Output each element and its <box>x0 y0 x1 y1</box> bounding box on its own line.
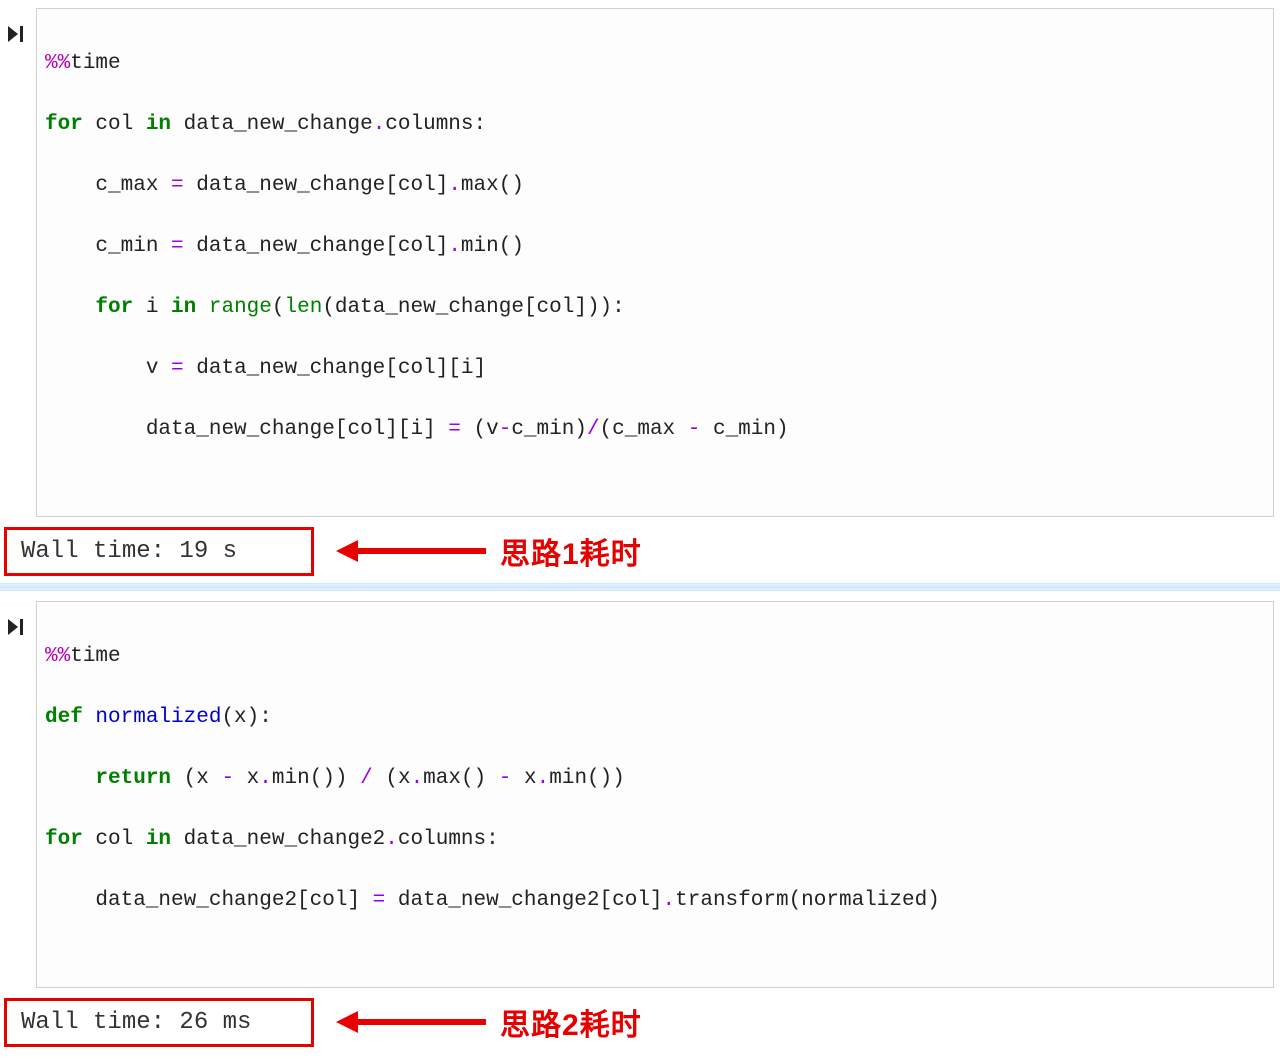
code-block-2[interactable]: %%time def normalized(x): return (x - x.… <box>36 601 1274 988</box>
code-cell-1: %%time for col in data_new_change.column… <box>0 8 1280 517</box>
wall-time-box-2: Wall time: 26 ms <box>4 998 314 1047</box>
wall-time-box-1: Wall time: 19 s <box>4 527 314 576</box>
notebook-root: %%time for col in data_new_change.column… <box>0 0 1280 1064</box>
annotation-row-2: Wall time: 26 ms 思路2耗时 <box>4 996 1280 1048</box>
code-block-1[interactable]: %%time for col in data_new_change.column… <box>36 8 1274 517</box>
run-cell-icon[interactable] <box>4 24 28 51</box>
code-cell-2: %%time def normalized(x): return (x - x.… <box>0 601 1280 988</box>
arrow-left-icon <box>336 1007 486 1037</box>
annotation-label-2: 思路2耗时 <box>500 1000 642 1044</box>
annotation-row-1: Wall time: 19 s 思路1耗时 <box>4 525 1280 577</box>
arrow-left-icon <box>336 536 486 566</box>
magic-prefix: %% <box>45 645 70 668</box>
cell-separator <box>0 583 1280 591</box>
magic-prefix: %% <box>45 52 70 75</box>
run-cell-icon[interactable] <box>4 617 28 644</box>
annotation-label-1: 思路1耗时 <box>500 529 642 573</box>
